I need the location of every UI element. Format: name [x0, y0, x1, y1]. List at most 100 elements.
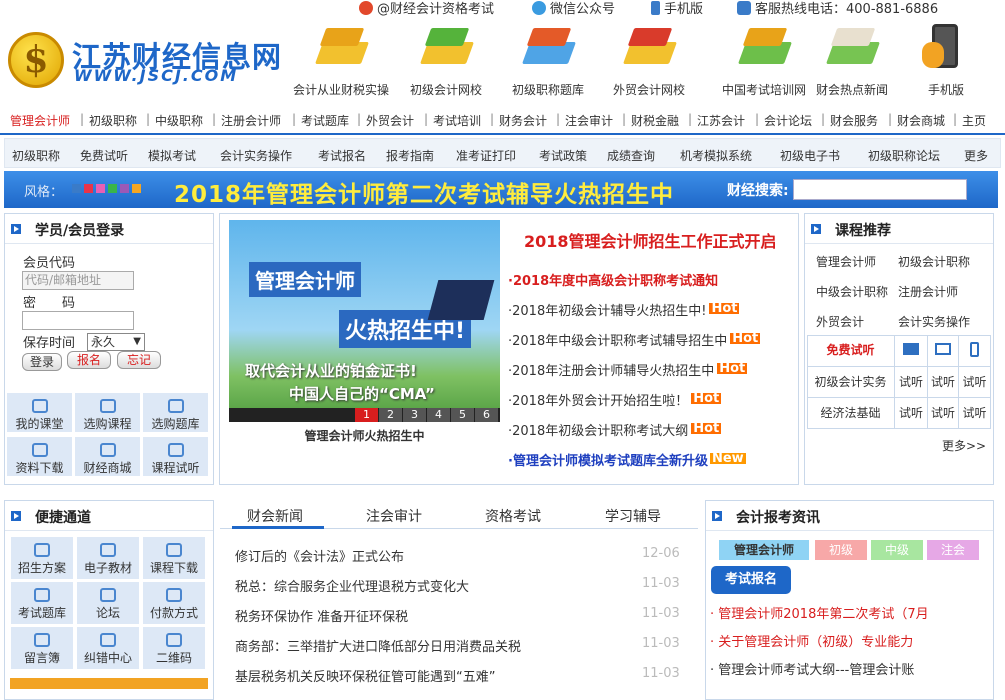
user-input[interactable]: 代码/邮箱地址	[22, 271, 134, 290]
exam-news-item[interactable]: · 管理会计师考试大纲---管理会计账	[710, 659, 990, 678]
login-button[interactable]: 登录	[22, 353, 62, 371]
headnews-item[interactable]: ·2018年初级会计职称考试大纲 Hot	[508, 420, 722, 439]
subnav-item[interactable]: 免费试听	[80, 147, 128, 164]
keep-select[interactable]: 永久 ▼	[87, 333, 145, 351]
headnews-item[interactable]: ·管理会计师模拟考试题库全新升级 New	[508, 450, 746, 469]
headnews-item[interactable]: ·2018年注册会计师辅导火热招生中 Hot	[508, 360, 748, 379]
subnav-item[interactable]: 模拟考试	[148, 147, 196, 164]
headnews-title[interactable]: 2018管理会计师招生工作正式开启	[524, 228, 777, 252]
slide-caption[interactable]: 管理会计师火热招生中	[229, 427, 500, 444]
nav-item[interactable]: 考试培训	[433, 112, 481, 129]
subnav-item[interactable]: 成绩查询	[607, 147, 655, 164]
bottom-promo-strip[interactable]	[10, 678, 208, 689]
exam-category-tab[interactable]: 中级	[871, 540, 923, 560]
signup-button[interactable]: 报名	[67, 351, 111, 369]
style-swatch[interactable]	[84, 184, 93, 193]
subnav-item[interactable]: 考试政策	[539, 147, 587, 164]
exam-category-tab[interactable]: 管理会计师	[719, 540, 809, 560]
subnav-item[interactable]: 考试报名	[318, 147, 366, 164]
headnews-item[interactable]: ·2018年中级会计职称考试辅导招生中 Hot	[508, 330, 761, 349]
search-input[interactable]	[793, 179, 967, 200]
slide-page-button[interactable]: 4	[426, 408, 450, 422]
subnav-item[interactable]: 机考模拟系统	[680, 147, 752, 164]
nav-item[interactable]: 江苏会计	[697, 112, 745, 129]
style-swatch[interactable]	[120, 184, 129, 193]
feature-link[interactable]: 初级会计网校	[395, 20, 497, 100]
trial-link[interactable]: 试听	[895, 367, 928, 398]
course-link[interactable]: 外贸会计	[816, 313, 864, 330]
exam-signup-button[interactable]: 考试报名	[711, 566, 791, 594]
headnews-item[interactable]: ·2018年外贸会计开始招生啦！ Hot	[508, 390, 722, 409]
site-logo[interactable]: $ 江苏财经信息网 WWW.JSCJ.COM	[8, 30, 281, 90]
style-swatch[interactable]	[108, 184, 117, 193]
nav-item[interactable]: 考试题库	[301, 112, 349, 129]
forgot-button[interactable]: 忘记	[117, 351, 161, 369]
quick-link[interactable]: 电子教材	[76, 536, 140, 580]
news-title[interactable]: 税总：综合服务企业代理退税方式变化大	[235, 576, 469, 595]
login-shortcut[interactable]: 选购题库	[143, 393, 209, 433]
nav-item[interactable]: 财务会计	[499, 112, 547, 129]
exam-category-tab[interactable]: 初级	[815, 540, 867, 560]
feature-link[interactable]: 初级职称题库	[497, 20, 599, 100]
trial-link[interactable]: 试听	[928, 398, 959, 429]
slide-page-button[interactable]: 2	[378, 408, 402, 422]
quick-link[interactable]: 招生方案	[10, 536, 74, 580]
course-name-cell[interactable]: 经济法基础	[807, 398, 895, 429]
exam-news-item[interactable]: · 关于管理会计师（初级）专业能力	[710, 631, 990, 650]
quick-link[interactable]: 课程下载	[142, 536, 206, 580]
login-shortcut[interactable]: 财经商城	[75, 437, 141, 477]
slide-page-button[interactable]: 3	[402, 408, 426, 422]
nav-item[interactable]: 管理会计师	[10, 112, 70, 129]
nav-item[interactable]: 注会审计	[565, 112, 613, 129]
course-link[interactable]: 管理会计师	[816, 253, 876, 270]
news-title[interactable]: 基层税务机关反映环保税征管可能遇到“五难”	[235, 666, 495, 685]
quick-link[interactable]: 纠错中心	[76, 626, 140, 670]
quick-link[interactable]: 付款方式	[142, 581, 206, 625]
login-shortcut[interactable]: 资料下载	[7, 437, 73, 477]
news-title[interactable]: 商务部：三举措扩大进口降低部分日用消费品关税	[235, 636, 521, 655]
style-swatch[interactable]	[96, 184, 105, 193]
subnav-item[interactable]: 准考证打印	[456, 147, 516, 164]
course-name-cell[interactable]: 初级会计实务	[807, 367, 895, 398]
exam-category-tab[interactable]: 注会	[927, 540, 979, 560]
login-shortcut[interactable]: 选购课程	[75, 393, 141, 433]
nav-item[interactable]: 财会服务	[830, 112, 878, 129]
style-swatch[interactable]	[132, 184, 141, 193]
weibo-link[interactable]: @财经会计资格考试	[359, 0, 494, 17]
trial-link[interactable]: 试听	[959, 367, 991, 398]
wechat-link[interactable]: 微信公众号	[532, 0, 615, 17]
course-link[interactable]: 注册会计师	[898, 283, 958, 300]
login-shortcut[interactable]: 课程试听	[143, 437, 209, 477]
exam-news-item[interactable]: · 管理会计师2018年第二次考试（7月	[710, 603, 990, 622]
mobile-link[interactable]: 手机版	[651, 0, 703, 17]
nav-item[interactable]: 中级职称	[155, 112, 203, 129]
subnav-item[interactable]: 报考指南	[386, 147, 434, 164]
subnav-item[interactable]: 会计实务操作	[220, 147, 292, 164]
quick-link[interactable]: 考试题库	[10, 581, 74, 625]
tab-0[interactable]: 财会新闻	[247, 506, 303, 526]
subnav-item[interactable]: 更多	[964, 147, 988, 164]
nav-item[interactable]: 财税金融	[631, 112, 679, 129]
feature-link[interactable]: 外贸会计网校	[598, 20, 700, 100]
nav-item[interactable]: 会计论坛	[764, 112, 812, 129]
slide-page-button[interactable]: 1	[354, 408, 378, 422]
quick-link[interactable]: 留言簿	[10, 626, 74, 670]
subnav-item[interactable]: 初级职称论坛	[868, 147, 940, 164]
feature-link[interactable]: 手机版	[905, 20, 987, 100]
free-trial-cell[interactable]: 免费试听	[807, 335, 895, 367]
course-link[interactable]: 初级会计职称	[898, 253, 970, 270]
login-shortcut[interactable]: 我的课堂	[7, 393, 73, 433]
nav-item[interactable]: 财会商城	[897, 112, 945, 129]
courses-more-link[interactable]: 更多>>	[942, 437, 986, 454]
quick-link[interactable]: 二维码	[142, 626, 206, 670]
headnews-item[interactable]: ·2018年初级会计辅导火热招生中! Hot	[508, 300, 740, 319]
slide-page-button[interactable]: 5	[450, 408, 474, 422]
news-title[interactable]: 修订后的《会计法》正式公布	[235, 546, 404, 565]
feature-link[interactable]: 会计从业财税实操	[285, 20, 397, 100]
feature-link[interactable]: 中国考试培训网	[709, 20, 819, 100]
tab-2[interactable]: 资格考试	[485, 506, 541, 526]
course-link[interactable]: 会计实务操作	[898, 313, 970, 330]
nav-item[interactable]: 初级职称	[89, 112, 137, 129]
quick-link[interactable]: 论坛	[76, 581, 140, 625]
nav-item[interactable]: 外贸会计	[366, 112, 414, 129]
